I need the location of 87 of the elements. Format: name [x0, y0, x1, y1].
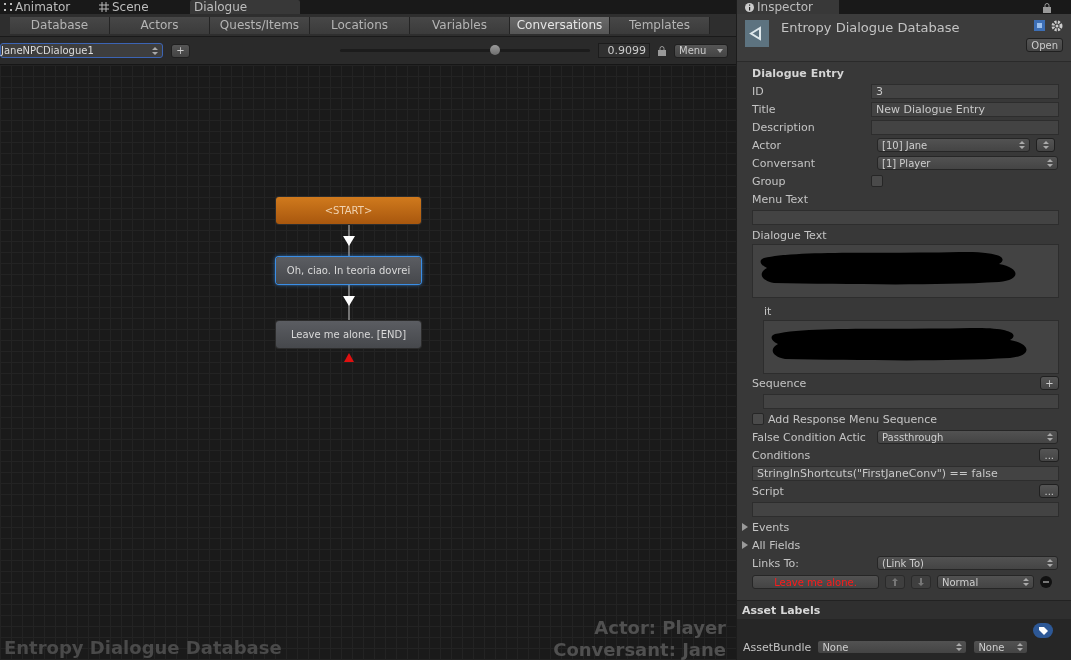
field-label: Description — [752, 120, 816, 134]
menu-button[interactable]: Menu — [674, 43, 728, 58]
field-label: AssetBundle — [743, 640, 812, 654]
lock-icon[interactable] — [658, 45, 666, 56]
move-down-button[interactable] — [911, 575, 931, 589]
editor-tab[interactable]: Dialogue — [190, 0, 300, 14]
unity-logo-icon — [745, 20, 769, 47]
editor-tab[interactable]: Animator — [0, 0, 95, 14]
updown-icon — [1023, 578, 1029, 586]
foldout-label[interactable]: All Fields — [752, 538, 871, 552]
field-label: Conversant — [752, 156, 816, 170]
section-tab[interactable]: Database — [10, 16, 110, 34]
info-icon — [745, 2, 754, 12]
grid-icon — [99, 2, 109, 12]
remove-icon[interactable] — [1040, 576, 1052, 588]
updown-icon — [1047, 433, 1053, 441]
section-tab[interactable]: Variables — [410, 16, 510, 34]
more-button[interactable]: ... — [1039, 448, 1059, 462]
foldout-arrow-icon[interactable] — [741, 541, 749, 549]
field-label: it — [764, 304, 773, 318]
help-icon[interactable] — [1034, 20, 1045, 31]
section-heading: Dialogue Entry — [752, 66, 844, 80]
dialogue-node[interactable]: Oh, ciao. In teoria dovrei — [276, 257, 421, 284]
dialogue-node[interactable]: Leave me alone. [END] — [276, 321, 421, 348]
field-label: Sequence — [752, 376, 808, 390]
more-button[interactable]: ... — [1039, 484, 1059, 498]
checkbox[interactable] — [871, 175, 883, 187]
text-field[interactable]: StringInShortcuts("FirstJaneConv") == false — [752, 465, 1059, 481]
section-tab[interactable]: Actors — [110, 16, 210, 34]
connector-arrow — [343, 284, 355, 321]
dropdown[interactable]: [1] Player — [877, 156, 1058, 170]
caret-icon — [717, 48, 723, 53]
section-tab[interactable]: Conversations — [510, 16, 610, 34]
text-field[interactable]: 3 — [871, 83, 1059, 99]
field-label: Group — [752, 174, 787, 188]
down-arrow-icon — [918, 578, 924, 586]
dropdown[interactable]: Passthrough — [877, 430, 1058, 444]
updown-icon — [956, 643, 963, 651]
updown-icon — [1042, 141, 1049, 149]
slider-thumb[interactable] — [490, 45, 500, 55]
add-button[interactable]: + — [171, 43, 190, 58]
settings-icon[interactable] — [1051, 20, 1063, 32]
swap-button[interactable] — [1036, 138, 1055, 152]
updown-icon — [1019, 141, 1025, 149]
field-label: Conditions — [752, 448, 812, 462]
text-area[interactable] — [752, 244, 1059, 298]
field-label: Script — [752, 484, 785, 498]
updown-icon — [1017, 643, 1024, 651]
connector-arrow — [343, 224, 355, 257]
add-button[interactable]: + — [1040, 376, 1059, 390]
text-field[interactable]: New Dialogue Entry — [871, 101, 1059, 117]
zoom-value[interactable]: 0.9099 — [598, 43, 650, 58]
field-label: Links To: — [752, 556, 801, 570]
up-arrow-icon — [892, 578, 898, 586]
dropdown[interactable]: None — [973, 640, 1029, 654]
checkbox[interactable] — [752, 413, 764, 425]
move-up-button[interactable] — [885, 575, 905, 589]
dots-icon — [4, 3, 12, 11]
updown-icon — [1047, 559, 1053, 567]
foldout-label[interactable]: Events — [752, 520, 871, 534]
field-label: Menu Text — [752, 192, 809, 206]
tag-icon[interactable] — [1033, 623, 1053, 638]
output-marker-icon — [344, 353, 354, 362]
lock-icon[interactable] — [1043, 3, 1051, 13]
field-label: Title — [752, 102, 777, 116]
field-label: ID — [752, 84, 765, 98]
section-tab[interactable]: Quests/Items — [210, 16, 310, 34]
inspector-tab[interactable]: Inspector — [737, 0, 839, 14]
field-label: Dialogue Text — [752, 228, 828, 242]
section-tab[interactable]: Templates — [610, 16, 710, 34]
updown-icon — [152, 46, 158, 55]
asset-title: Entropy Dialogue Database — [781, 20, 961, 35]
foldout-arrow-icon[interactable] — [741, 523, 749, 531]
field-label: False Condition Actic — [752, 430, 867, 444]
conversation-dropdown[interactable]: JaneNPCDialogue1 — [0, 43, 163, 58]
text-area[interactable] — [763, 320, 1059, 374]
checkbox-label: Add Response Menu Sequence — [768, 412, 938, 426]
priority-dropdown[interactable]: Normal — [937, 575, 1034, 589]
dropdown[interactable]: None — [817, 640, 968, 654]
updown-icon — [1047, 159, 1053, 167]
open-button[interactable]: Open — [1026, 38, 1063, 52]
dropdown[interactable]: [10] Jane — [877, 138, 1030, 152]
dropdown[interactable]: (Link To) — [877, 556, 1058, 570]
editor-tab[interactable]: Scene — [95, 0, 190, 14]
section-tab[interactable]: Locations — [310, 16, 410, 34]
field-label: Actor — [752, 138, 782, 152]
section-header: Asset Labels — [737, 600, 1071, 619]
